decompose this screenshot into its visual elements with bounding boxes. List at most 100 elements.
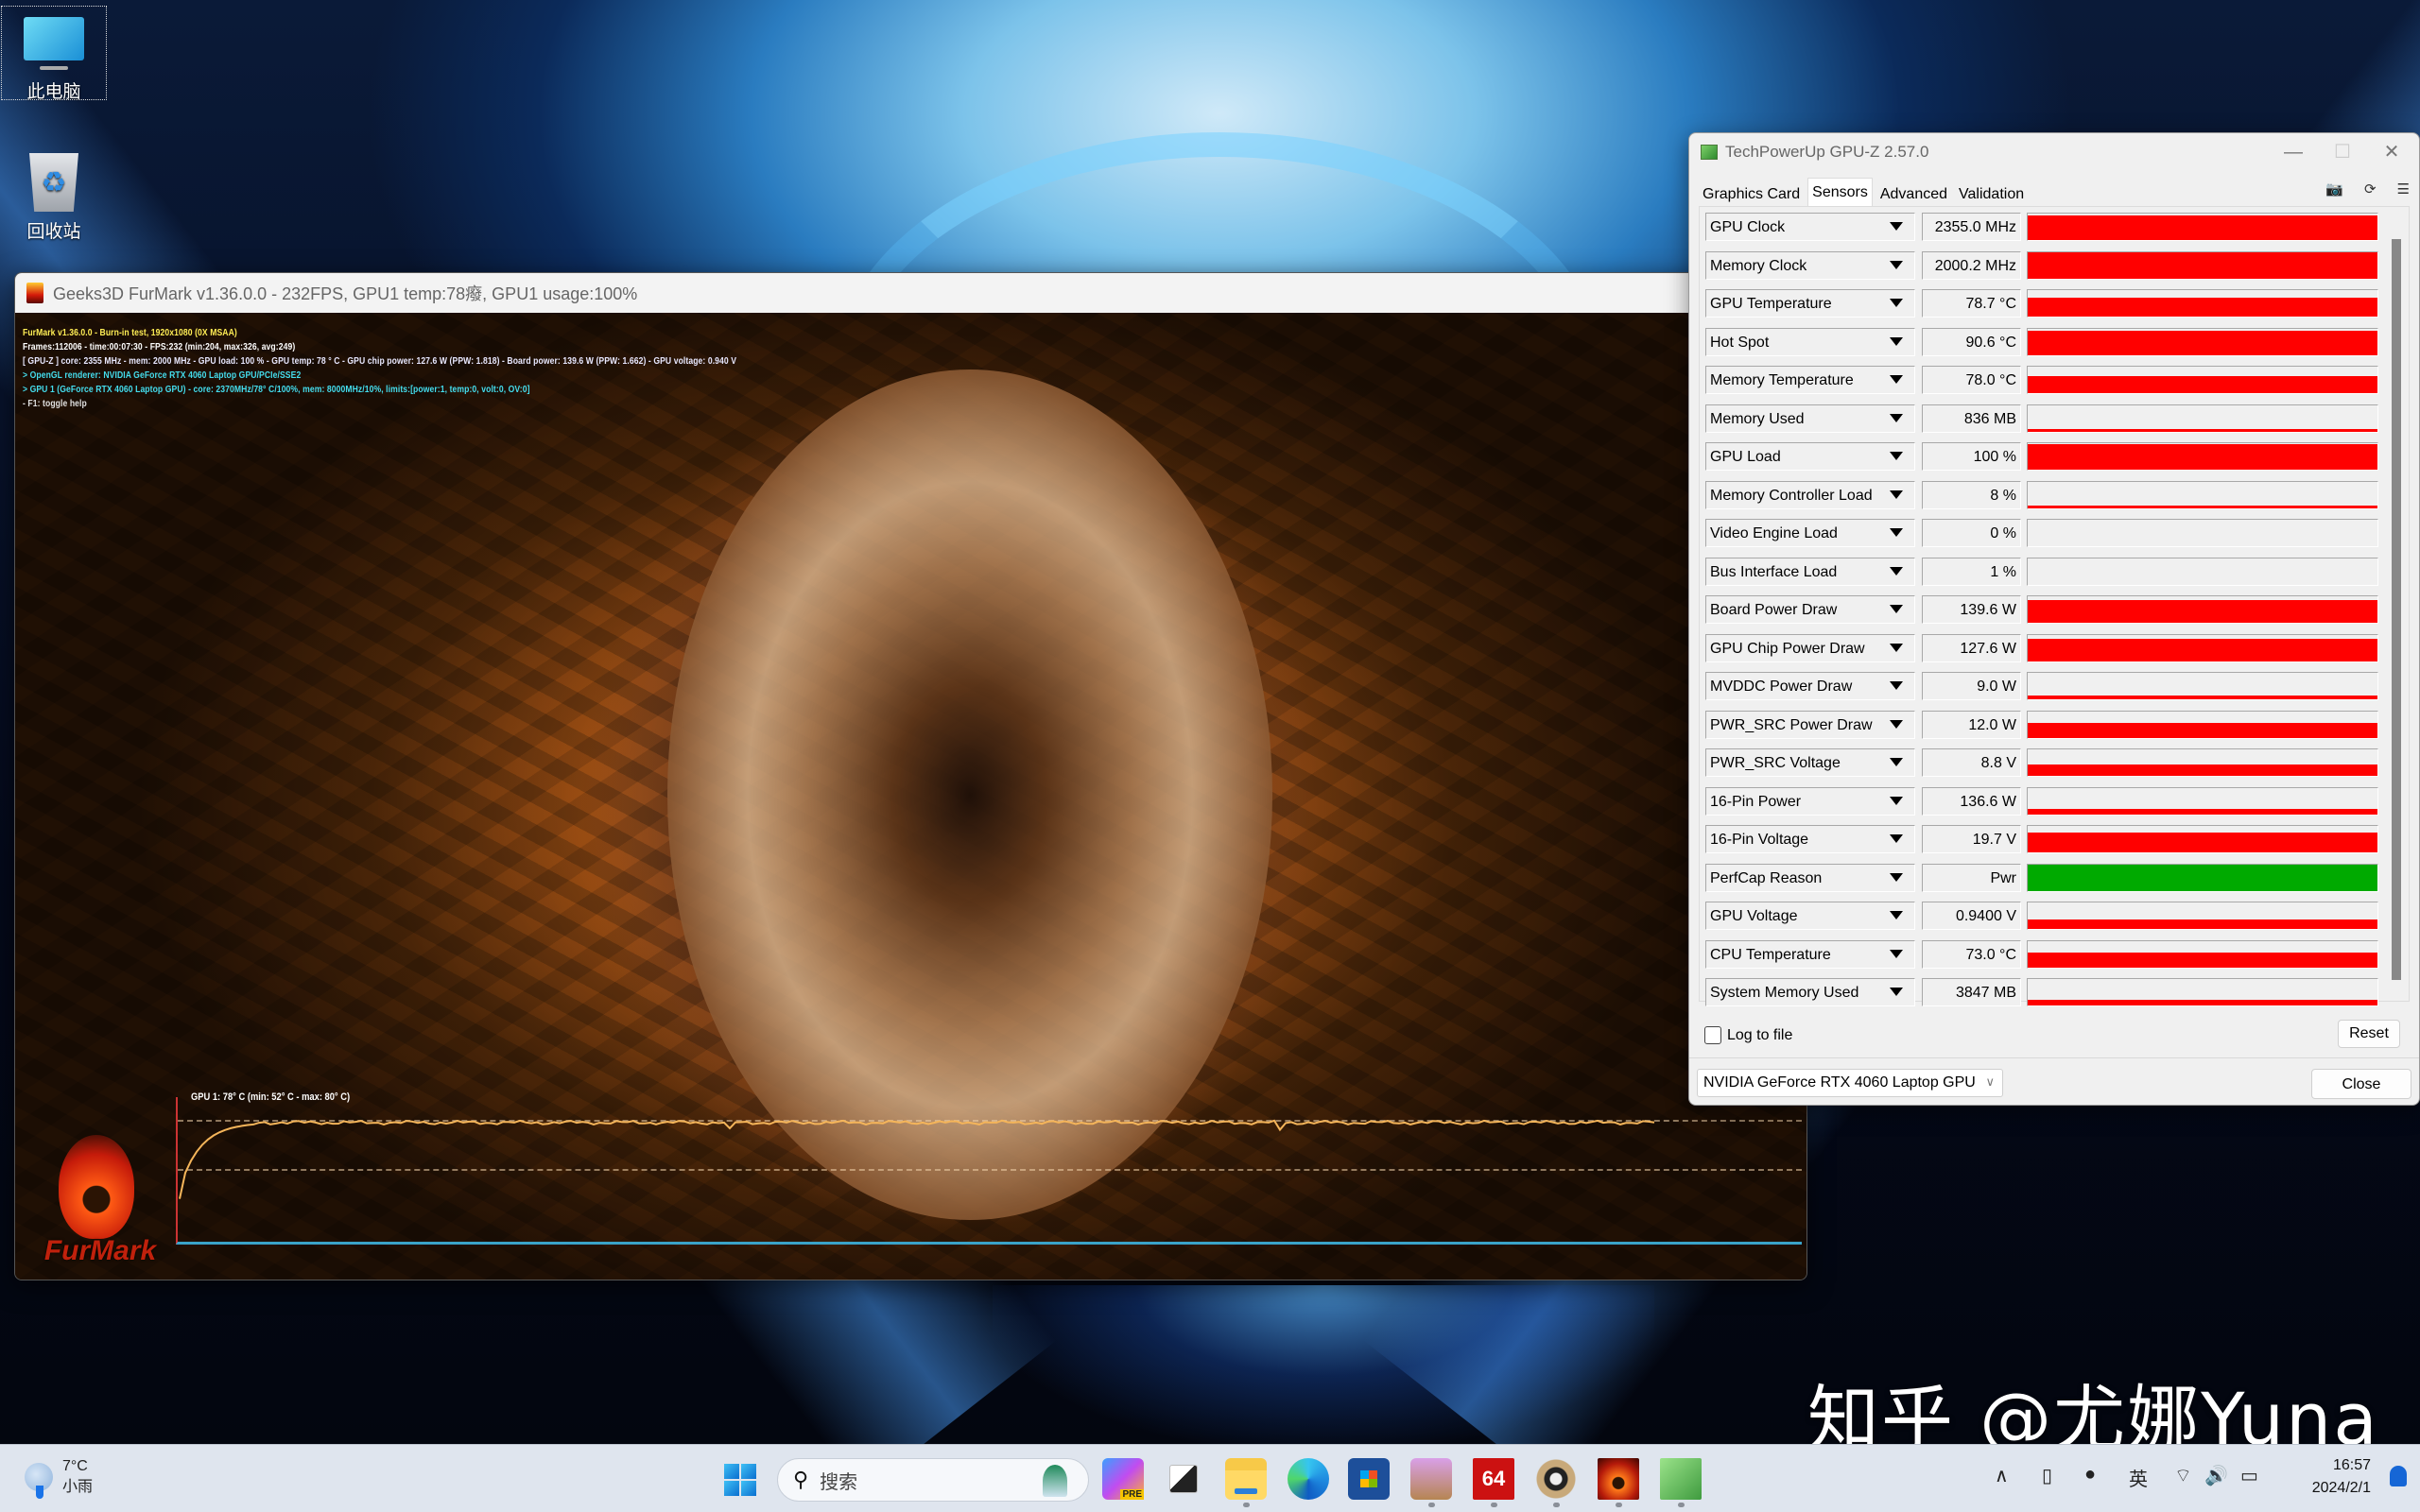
gpuz-window-title: TechPowerUp GPU-Z 2.57.0	[1725, 143, 1929, 161]
minimize-button[interactable]: —	[2272, 139, 2315, 165]
sensor-name-dropdown[interactable]: Memory Clock	[1705, 250, 1915, 280]
sensor-graph-fill	[2028, 251, 2377, 279]
taskbar-app-furmark[interactable]	[1598, 1458, 1639, 1507]
sensor-value: 2355.0 MHz	[1922, 213, 2021, 241]
dropdown-arrow-icon	[1890, 796, 1903, 805]
sensor-name-dropdown[interactable]: GPU Temperature	[1705, 289, 1915, 318]
sensor-name-dropdown[interactable]: 16-Pin Power	[1705, 786, 1915, 816]
tray-app-icon[interactable]: ●	[2084, 1464, 2096, 1486]
furmark-titlebar[interactable]: Geeks3D FurMark v1.36.0.0 - 232FPS, GPU1…	[15, 273, 1806, 313]
volume-icon[interactable]: 🔊	[2204, 1464, 2228, 1487]
menu-icon[interactable]: ☰	[2397, 180, 2410, 198]
sensor-name-dropdown[interactable]: Hot Spot	[1705, 327, 1915, 356]
usb-icon[interactable]: ▯	[2042, 1464, 2052, 1487]
furmark-app-icon	[26, 283, 43, 303]
taskbar-app-package[interactable]	[1410, 1458, 1452, 1507]
log-to-file[interactable]: Log to file	[1704, 1026, 1792, 1044]
taskbar-app-aida64[interactable]: 64	[1473, 1458, 1514, 1507]
temperature-line	[179, 1119, 1655, 1199]
sensor-name-dropdown[interactable]: System Memory Used	[1705, 978, 1915, 1006]
sensor-name-dropdown[interactable]: 16-Pin Voltage	[1705, 825, 1915, 853]
dropdown-arrow-icon	[1890, 490, 1903, 499]
sensor-graph-fill	[2028, 864, 2377, 891]
sensor-name-dropdown[interactable]: PerfCap Reason	[1705, 863, 1915, 892]
sensor-row: Memory Controller Load 8 %	[1705, 480, 2378, 513]
furmark-osd: FurMark v1.36.0.0 - Burn-in test, 1920x1…	[23, 326, 736, 411]
sensor-name: System Memory Used	[1710, 985, 1859, 1001]
sensor-name-dropdown[interactable]: CPU Temperature	[1705, 939, 1915, 969]
sensor-graph-fill	[2028, 695, 2377, 699]
tab-graphics-card[interactable]: Graphics Card	[1699, 180, 1804, 207]
ime-indicator[interactable]: 英	[2129, 1464, 2148, 1491]
sensor-graph-fill	[2028, 999, 2377, 1005]
sensor-graph-fill	[2028, 919, 2377, 929]
weather-temp: 7°C	[62, 1458, 88, 1474]
refresh-icon[interactable]: ⟳	[2364, 180, 2377, 198]
sensor-name-dropdown[interactable]: Video Engine Load	[1705, 519, 1915, 547]
sensor-graph	[2027, 519, 2378, 547]
reset-button[interactable]: Reset	[2338, 1020, 2400, 1048]
sensor-value: 136.6 W	[1922, 786, 2021, 816]
start-button[interactable]	[724, 1464, 756, 1496]
sensor-name-dropdown[interactable]: GPU Chip Power Draw	[1705, 633, 1915, 662]
sensor-name-dropdown[interactable]: PWR_SRC Voltage	[1705, 748, 1915, 777]
furmark-logo-text: FurMark	[43, 1235, 157, 1266]
maximize-button[interactable]: ☐	[2321, 139, 2364, 165]
sensor-graph	[2027, 595, 2378, 624]
computer-icon	[24, 17, 84, 70]
sensor-graph	[2027, 289, 2378, 318]
sensor-name-dropdown[interactable]: Memory Controller Load	[1705, 480, 1915, 509]
sensor-scrollbar[interactable]	[2388, 218, 2405, 989]
notification-bell-icon[interactable]	[2390, 1466, 2407, 1486]
gpuz-tabs: Graphics Card Sensors Advanced Validatio…	[1699, 178, 2031, 207]
fur-donut-render	[667, 369, 1272, 1220]
taskbar-app-gpu-z[interactable]	[1660, 1458, 1702, 1507]
sensor-graph-fill	[2028, 600, 2377, 623]
taskbar-app-edge[interactable]	[1288, 1458, 1329, 1500]
gpu-select-dropdown[interactable]: NVIDIA GeForce RTX 4060 Laptop GPU ∨	[1697, 1069, 2003, 1097]
tab-sensors[interactable]: Sensors	[1807, 178, 1873, 207]
battery-icon[interactable]: ▭	[2240, 1464, 2258, 1487]
sensor-name-dropdown[interactable]: Memory Temperature	[1705, 366, 1915, 394]
tab-advanced[interactable]: Advanced	[1876, 180, 1951, 207]
taskbar-search[interactable]: ⚲ 搜索	[777, 1458, 1089, 1502]
close-button[interactable]: ✕	[2370, 139, 2413, 165]
wifi-icon[interactable]: ⌔	[2174, 1464, 2192, 1487]
weather-widget[interactable]: 7°C 小雨	[25, 1456, 93, 1499]
sensor-name-dropdown[interactable]: GPU Clock	[1705, 213, 1915, 241]
sensor-name-dropdown[interactable]: MVDDC Power Draw	[1705, 672, 1915, 700]
sensor-name-dropdown[interactable]: PWR_SRC Power Draw	[1705, 710, 1915, 739]
desktop-icon-recycle-bin[interactable]: ♻ 回收站	[1, 142, 107, 246]
tab-validation[interactable]: Validation	[1955, 180, 2028, 207]
furmark-window[interactable]: Geeks3D FurMark v1.36.0.0 - 232FPS, GPU1…	[14, 272, 1807, 1280]
desktop-icon-label: 回收站	[26, 222, 81, 242]
sensor-name-dropdown[interactable]: Bus Interface Load	[1705, 557, 1915, 586]
taskbar-app-store[interactable]	[1348, 1458, 1390, 1500]
sensor-graph-fill	[2028, 215, 2377, 240]
log-to-file-checkbox[interactable]	[1704, 1026, 1721, 1044]
close-window-button[interactable]: Close	[2311, 1069, 2411, 1099]
camera-icon[interactable]: 📷	[2325, 180, 2343, 198]
running-indicator	[1491, 1503, 1497, 1507]
copilot-icon: PRE	[1120, 1489, 1144, 1500]
sensor-name-dropdown[interactable]: GPU Voltage	[1705, 902, 1915, 930]
dropdown-arrow-icon	[1890, 528, 1903, 537]
sensor-graph	[2027, 404, 2378, 433]
clock[interactable]: 16:57 2024/2/1	[2312, 1454, 2371, 1500]
windows-logo-icon	[741, 1481, 756, 1496]
osd-line: - F1: toggle help	[23, 399, 87, 409]
taskbar-app-file-explorer[interactable]	[1225, 1458, 1267, 1507]
show-hidden-icons-button[interactable]: ∧	[1995, 1464, 2009, 1487]
sensor-graph	[2027, 557, 2378, 586]
desktop-icon-this-pc[interactable]: 此电脑	[1, 6, 107, 102]
sensor-name-dropdown[interactable]: Memory Used	[1705, 404, 1915, 433]
desktop-icon-label: 此电脑	[26, 82, 81, 102]
gpuz-window[interactable]: TechPowerUp GPU-Z 2.57.0 — ☐ ✕ Graphics …	[1688, 132, 2420, 1106]
taskbar-app-task-view[interactable]	[1163, 1458, 1204, 1500]
sensor-name-dropdown[interactable]: Board Power Draw	[1705, 595, 1915, 624]
taskbar-app-copilot[interactable]: PRE	[1102, 1458, 1144, 1500]
scrollbar-thumb[interactable]	[2392, 239, 2401, 980]
dropdown-arrow-icon	[1890, 643, 1903, 652]
taskbar-app-circle[interactable]	[1535, 1458, 1577, 1507]
sensor-name-dropdown[interactable]: GPU Load	[1705, 442, 1915, 471]
